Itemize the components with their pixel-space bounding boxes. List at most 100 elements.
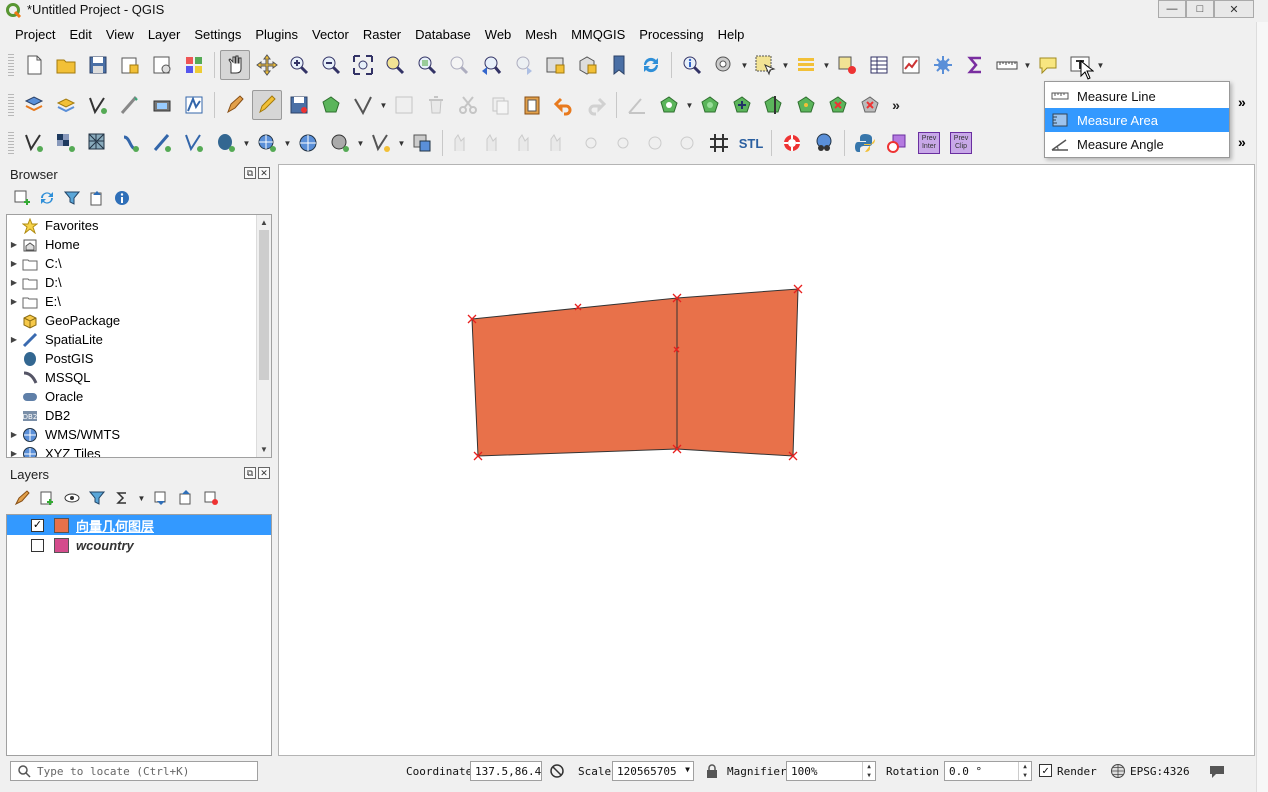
- map-canvas[interactable]: [278, 164, 1255, 756]
- new-layer-dropdown-arrow[interactable]: ▼: [397, 128, 406, 158]
- select-dropdown-arrow[interactable]: ▼: [781, 50, 790, 80]
- menu-raster[interactable]: Raster: [356, 24, 408, 46]
- float-panel-icon[interactable]: ⧉: [244, 167, 256, 179]
- cut-features-icon[interactable]: [453, 90, 483, 120]
- scrollbar-thumb[interactable]: [259, 230, 269, 380]
- close-button[interactable]: ✕: [1214, 0, 1254, 18]
- menu-settings[interactable]: Settings: [187, 24, 248, 46]
- profile-tool-1-icon[interactable]: [448, 128, 478, 158]
- python-console-icon[interactable]: [850, 128, 880, 158]
- add-arcgis-icon[interactable]: [325, 128, 355, 158]
- add-postgis-icon[interactable]: [211, 128, 241, 158]
- toolbar-grip[interactable]: [8, 92, 14, 118]
- coordinate-field[interactable]: 137.5,86.4: [470, 761, 542, 781]
- expand-arrow-icon[interactable]: ▶: [7, 240, 21, 249]
- new-bookmark-icon[interactable]: [604, 50, 634, 80]
- style-manager-icon[interactable]: [179, 50, 209, 80]
- enable-tracing-icon[interactable]: [179, 90, 209, 120]
- zoom-to-layer-icon[interactable]: [412, 50, 442, 80]
- light-tool-3-icon[interactable]: [640, 128, 670, 158]
- layer-visibility-checkbox[interactable]: [31, 538, 44, 552]
- delete-ring-icon[interactable]: [823, 90, 853, 120]
- expand-arrow-icon[interactable]: ▶: [7, 278, 21, 287]
- browser-item-postgis[interactable]: PostGIS: [7, 349, 271, 368]
- add-mesh-layer-icon[interactable]: [83, 128, 113, 158]
- vertex-tool-icon[interactable]: [83, 90, 113, 120]
- layer-visibility-checkbox[interactable]: ✓: [31, 518, 44, 532]
- save-layer-edits-icon[interactable]: [284, 90, 314, 120]
- digitize-shape-dropdown-arrow[interactable]: ▼: [379, 90, 388, 120]
- measure-ruler-icon[interactable]: [992, 50, 1022, 80]
- float-panel-icon[interactable]: ⧉: [244, 467, 256, 479]
- gps-digitize-icon[interactable]: [147, 90, 177, 120]
- maximize-button[interactable]: □: [1186, 0, 1214, 18]
- identify-features-icon[interactable]: [677, 50, 707, 80]
- expand-arrow-icon[interactable]: ▶: [7, 430, 21, 439]
- layer-row[interactable]: ✓ 向量几何图层: [7, 515, 271, 535]
- info-icon[interactable]: [112, 188, 132, 208]
- remove-layer-icon[interactable]: [201, 488, 221, 508]
- browser-item-oracle[interactable]: Oracle: [7, 387, 271, 406]
- add-feature-pencil-icon[interactable]: [252, 90, 282, 120]
- magnifier-spinbox[interactable]: 100% ▲ ▼: [786, 761, 876, 781]
- menu-project[interactable]: Project: [8, 24, 62, 46]
- browser-item-home[interactable]: ▶ Home: [7, 235, 271, 254]
- toolbar-overflow-icon[interactable]: »: [1238, 94, 1246, 110]
- browser-item-geopackage[interactable]: GeoPackage: [7, 311, 271, 330]
- browser-item-mssql[interactable]: MSSQL: [7, 368, 271, 387]
- menu-plugins[interactable]: Plugins: [248, 24, 305, 46]
- browser-item-xyz-tiles[interactable]: ▶ XYZ Tiles: [7, 444, 271, 457]
- polygon-feature-west[interactable]: [471, 297, 678, 457]
- copy-features-icon[interactable]: [485, 90, 515, 120]
- menu-edit[interactable]: Edit: [62, 24, 98, 46]
- delete-part-icon[interactable]: [855, 90, 885, 120]
- expand-all-icon[interactable]: [151, 488, 171, 508]
- menu-layer[interactable]: Layer: [141, 24, 188, 46]
- expand-arrow-icon[interactable]: ▶: [7, 449, 21, 457]
- grid-tool-icon[interactable]: [704, 128, 734, 158]
- field-calculator-icon[interactable]: [960, 50, 990, 80]
- add-selected-layers-icon[interactable]: [12, 188, 32, 208]
- zoom-last-icon[interactable]: [476, 50, 506, 80]
- scale-combobox[interactable]: 120565705 ▼: [612, 761, 694, 781]
- menu-item-measure-line[interactable]: Measure Line: [1045, 84, 1229, 108]
- new-shapefile-icon[interactable]: [366, 128, 396, 158]
- paste-features-icon[interactable]: [517, 90, 547, 120]
- expand-arrow-icon[interactable]: ▶: [7, 297, 21, 306]
- prev-clip-icon[interactable]: Prev Clip: [946, 128, 976, 158]
- select-features-icon[interactable]: [750, 50, 780, 80]
- toolbar-grip[interactable]: [8, 130, 14, 156]
- messages-icon[interactable]: [1208, 763, 1226, 779]
- light-tool-1-icon[interactable]: [576, 128, 606, 158]
- profile-tool-2-icon[interactable]: [480, 128, 510, 158]
- scale-dropdown-arrow[interactable]: ▼: [685, 765, 690, 774]
- new-3d-map-view-icon[interactable]: [572, 50, 602, 80]
- filter-browser-icon[interactable]: [62, 188, 82, 208]
- toolbar-overflow-icon[interactable]: »: [1238, 134, 1246, 150]
- browser-item-drive-c[interactable]: ▶ C:\: [7, 254, 271, 273]
- merge-features-icon[interactable]: [791, 90, 821, 120]
- refresh-browser-icon[interactable]: [37, 188, 57, 208]
- minimize-button[interactable]: —: [1158, 0, 1186, 18]
- menu-item-measure-area[interactable]: Measure Area: [1045, 108, 1229, 132]
- profile-tool-3-icon[interactable]: [512, 128, 542, 158]
- scroll-down-icon[interactable]: ▼: [257, 442, 271, 457]
- menu-help[interactable]: Help: [711, 24, 752, 46]
- globe-binoculars-icon[interactable]: [809, 128, 839, 158]
- menu-processing[interactable]: Processing: [632, 24, 710, 46]
- pan-map-icon[interactable]: [220, 50, 250, 80]
- lock-scale-icon[interactable]: [705, 764, 719, 779]
- measure-dropdown-arrow[interactable]: ▼: [1023, 50, 1032, 80]
- pan-to-selection-icon[interactable]: [252, 50, 282, 80]
- menu-database[interactable]: Database: [408, 24, 478, 46]
- help-lifebuoy-icon[interactable]: [777, 128, 807, 158]
- spin-buttons[interactable]: ▲ ▼: [862, 762, 875, 780]
- expression-dropdown-arrow[interactable]: ▼: [137, 488, 146, 508]
- toolbox-icon[interactable]: [928, 50, 958, 80]
- digitize-shape-icon[interactable]: [348, 90, 378, 120]
- stl-export-icon[interactable]: STL: [736, 128, 766, 158]
- menu-mmqgis[interactable]: MMQGIS: [564, 24, 632, 46]
- light-tool-2-icon[interactable]: [608, 128, 638, 158]
- new-map-view-icon[interactable]: [540, 50, 570, 80]
- current-edits-icon[interactable]: [19, 90, 49, 120]
